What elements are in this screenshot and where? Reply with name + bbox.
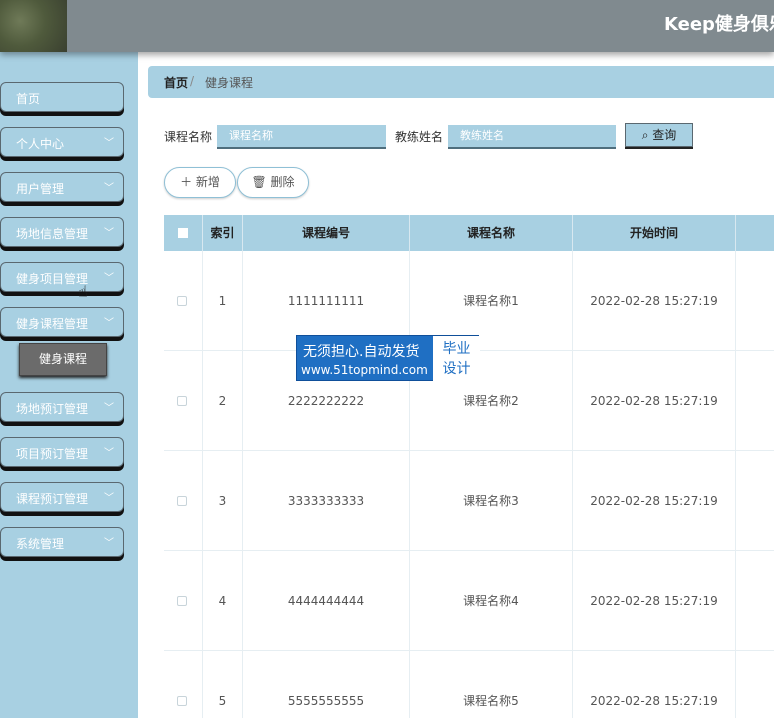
row-select-cell <box>164 551 203 651</box>
cell-start-time: 2022-02-28 15:27:19 <box>573 251 736 351</box>
cell-index: 1 <box>203 251 243 351</box>
row-select-cell <box>164 351 203 451</box>
row-checkbox[interactable] <box>177 296 187 306</box>
table-row: 5 5555555555 课程名称5 2022-02-28 15:27:19 <box>164 651 774 718</box>
add-button[interactable]: ＋ 新增 <box>164 167 236 198</box>
breadcrumb-current: 健身课程 <box>205 76 254 90</box>
search-button-label: 查询 <box>652 128 677 142</box>
sidebar-item-label: 系统管理 <box>16 537 65 551</box>
sidebar-item-label: 用户管理 <box>16 182 65 196</box>
watermark-line1: 无须担心.自动发货 <box>303 344 420 360</box>
header-course-name: 课程名称 <box>410 215 573 251</box>
watermark-main: 无须担心.自动发货 www.51topmind.com <box>297 336 432 382</box>
add-button-label: 新增 <box>195 175 220 189</box>
chevron-down-icon: ﹀ <box>104 318 114 329</box>
cell-start-time: 2022-02-28 15:27:19 <box>573 451 736 551</box>
sidebar-item-label: 首页 <box>16 92 41 106</box>
cell-index: 4 <box>203 551 243 651</box>
row-select-cell <box>164 451 203 551</box>
chevron-down-icon: ﹀ <box>104 228 114 239</box>
hand-cursor-icon: ☝ <box>78 282 88 301</box>
avatar[interactable] <box>0 0 67 52</box>
cell-course-name: 课程名称4 <box>410 551 573 651</box>
sidebar-item-personal-center[interactable]: 个人中心 ﹀ <box>0 127 124 157</box>
app-title: Keep健身俱乐 <box>664 14 774 35</box>
row-select-cell <box>164 651 203 718</box>
chevron-down-icon: ﹀ <box>104 448 114 459</box>
watermark-side-line2: 设计 <box>442 361 471 377</box>
cell-index: 2 <box>203 351 243 451</box>
table-row: 4 4444444444 课程名称4 2022-02-28 15:27:19 <box>164 551 774 651</box>
row-select-cell <box>164 251 203 351</box>
cell-start-time: 2022-02-28 15:27:19 <box>573 651 736 718</box>
chevron-down-icon: ﹀ <box>104 138 114 149</box>
course-table: 索引 课程编号 课程名称 开始时间 1 1111111111 课程名称1 202… <box>164 215 774 718</box>
row-checkbox[interactable] <box>177 396 187 406</box>
sidebar-item-project-booking[interactable]: 项目预订管理 ﹀ <box>0 437 124 467</box>
sidebar-item-label: 项目预订管理 <box>16 447 89 461</box>
coach-name-label: 教练姓名 <box>395 130 444 144</box>
row-checkbox[interactable] <box>177 496 187 506</box>
cell-start-time: 2022-02-28 15:27:19 <box>573 351 736 451</box>
cell-course-code: 5555555555 <box>243 651 410 718</box>
sidebar-subitem-fitness-course[interactable]: 健身课程 <box>19 343 107 376</box>
cell-index: 3 <box>203 451 243 551</box>
select-all-checkbox[interactable] <box>178 228 188 238</box>
chevron-down-icon: ﹀ <box>104 403 114 414</box>
breadcrumb: 首页 / 健身课程 <box>148 66 774 98</box>
sidebar-item-label: 健身课程管理 <box>16 317 89 331</box>
select-all-cell <box>164 215 203 251</box>
chevron-down-icon: ﹀ <box>104 273 114 284</box>
watermark-banner: 无须担心.自动发货 www.51topmind.com 毕业 设计 <box>296 335 480 382</box>
sidebar-item-fitness-course[interactable]: 健身课程管理 ﹀ <box>0 307 124 337</box>
delete-button-label: 删除 <box>270 175 295 189</box>
top-bar: Keep健身俱乐 <box>0 0 774 52</box>
sidebar-item-label: 场地预订管理 <box>16 402 89 416</box>
sidebar-item-label: 个人中心 <box>16 137 65 151</box>
chevron-down-icon: ﹀ <box>104 183 114 194</box>
search-button[interactable]: ⌕ 查询 <box>625 123 693 147</box>
breadcrumb-home[interactable]: 首页 <box>164 74 188 91</box>
watermark-line2: www.51topmind.com <box>301 363 428 377</box>
table-row: 3 3333333333 课程名称3 2022-02-28 15:27:19 <box>164 451 774 551</box>
sidebar-item-system[interactable]: 系统管理 ﹀ <box>0 527 124 557</box>
chevron-down-icon: ﹀ <box>104 493 114 504</box>
breadcrumb-separator: / <box>190 74 195 88</box>
sidebar-item-user-management[interactable]: 用户管理 ﹀ <box>0 172 124 202</box>
cell-course-name: 课程名称3 <box>410 451 573 551</box>
table-header: 索引 课程编号 课程名称 开始时间 <box>164 215 774 251</box>
cell-course-code: 3333333333 <box>243 451 410 551</box>
cell-index: 5 <box>203 651 243 718</box>
delete-button[interactable]: 🗑 删除 <box>237 167 309 198</box>
header-start-time: 开始时间 <box>573 215 736 251</box>
chevron-down-icon: ﹀ <box>104 538 114 549</box>
plus-icon: ＋ <box>180 175 193 189</box>
watermark-side: 毕业 设计 <box>433 336 480 382</box>
cell-course-name: 课程名称5 <box>410 651 573 718</box>
watermark-side-line1: 毕业 <box>442 341 471 357</box>
sidebar-item-course-booking[interactable]: 课程预订管理 ﹀ <box>0 482 124 512</box>
sidebar-item-venue-info[interactable]: 场地信息管理 ﹀ <box>0 217 124 247</box>
sidebar-item-venue-booking[interactable]: 场地预订管理 ﹀ <box>0 392 124 422</box>
course-name-input[interactable]: 课程名称 <box>217 125 386 149</box>
row-checkbox[interactable] <box>177 596 187 606</box>
sidebar-item-home[interactable]: 首页 <box>0 82 124 112</box>
header-course-code: 课程编号 <box>243 215 410 251</box>
cell-course-code: 4444444444 <box>243 551 410 651</box>
header-index: 索引 <box>203 215 243 251</box>
search-icon: ⌕ <box>641 128 649 142</box>
sidebar-item-fitness-project[interactable]: 健身项目管理 ﹀ <box>0 262 124 292</box>
coach-name-input[interactable]: 教练姓名 <box>448 125 616 149</box>
cell-start-time: 2022-02-28 15:27:19 <box>573 551 736 651</box>
trash-icon: 🗑 <box>251 175 267 189</box>
sidebar-item-label: 课程预订管理 <box>16 492 89 506</box>
sidebar: 首页 个人中心 ﹀ 用户管理 ﹀ 场地信息管理 ﹀ 健身项目管理 ﹀ 健身课程管… <box>0 52 138 718</box>
course-name-label: 课程名称 <box>164 130 213 144</box>
row-checkbox[interactable] <box>177 696 187 706</box>
sidebar-item-label: 场地信息管理 <box>16 227 89 241</box>
